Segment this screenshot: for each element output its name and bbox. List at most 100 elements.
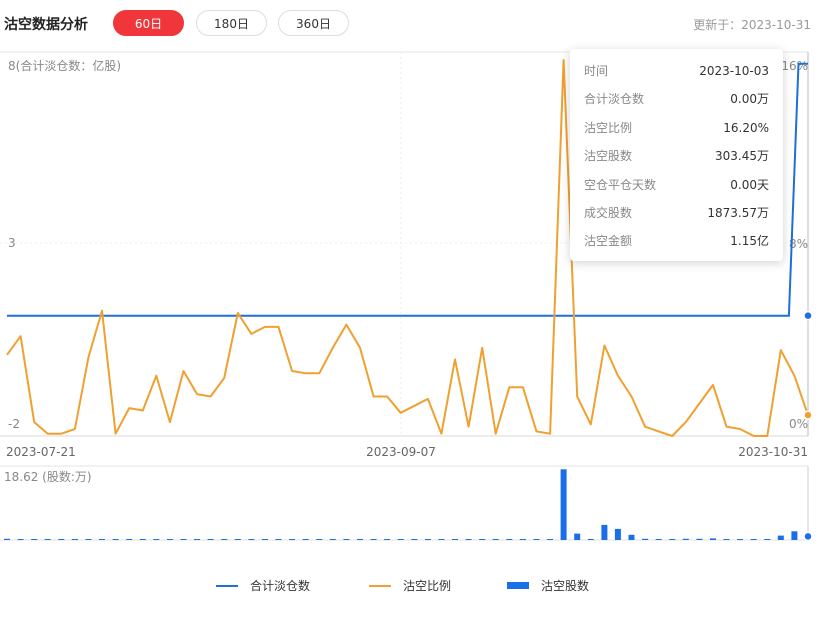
tooltip-key: 合计淡仓数 — [584, 92, 645, 107]
bar-short-shares — [764, 539, 771, 540]
bar-short-shares — [397, 539, 404, 540]
bar-short-shares — [560, 469, 567, 540]
tooltip-key: 沽空比例 — [584, 120, 633, 135]
tooltip: 时间 2023-10-03 合计淡仓数 0.00万 沽空比例 16.20% 沽空股数 3… — [570, 49, 783, 261]
bar-short-shares — [519, 539, 526, 540]
bar-short-shares — [275, 539, 282, 540]
x-tick-label: 2023-09-07 — [366, 445, 436, 459]
bar-short-shares — [506, 539, 513, 540]
bar-short-shares — [194, 539, 201, 540]
bar-short-shares — [669, 539, 676, 540]
bar-short-shares — [574, 533, 581, 540]
bar-short-shares — [85, 539, 92, 540]
highlight-point-short-ratio — [803, 410, 813, 420]
bar-short-shares — [329, 539, 336, 540]
bar-short-shares — [207, 539, 214, 540]
bar-short-shares — [465, 539, 472, 540]
legend-label: 沽空比例 — [403, 579, 452, 593]
bar-axis-label: 18.62 (股数:万) — [4, 469, 92, 484]
bar-short-shares — [587, 539, 594, 540]
tooltip-key: 成交股数 — [584, 205, 633, 220]
tooltip-key: 空仓平仓天数 — [584, 177, 657, 192]
tooltip-value: 16.20% — [723, 120, 769, 135]
bar-short-shares — [302, 539, 309, 540]
bar-short-shares — [370, 539, 377, 540]
legend-swatch — [507, 582, 529, 589]
tooltip-value: 0.00万 — [730, 92, 769, 107]
bar-short-shares — [289, 539, 296, 540]
bar-short-shares — [4, 538, 10, 540]
bar-short-shares — [737, 539, 744, 540]
bar-short-shares — [438, 539, 445, 540]
bar-short-shares — [139, 539, 146, 540]
bar-short-shares — [642, 538, 649, 540]
bar-short-shares — [791, 531, 798, 540]
bar-short-shares — [696, 538, 703, 540]
bar-short-shares — [628, 534, 635, 540]
tooltip-value: 2023-10-03 — [699, 64, 769, 78]
bar-short-shares — [316, 539, 323, 540]
bar-short-shares — [44, 539, 51, 540]
legend-swatch — [369, 585, 391, 587]
tooltip-value: 1.15亿 — [730, 234, 769, 249]
bar-short-shares — [261, 539, 268, 540]
bar-short-shares — [777, 535, 784, 540]
bar-short-shares — [248, 539, 255, 540]
bar-short-shares — [112, 539, 119, 540]
highlight-point-short-position — [803, 310, 813, 321]
tooltip-key: 时间 — [584, 64, 609, 78]
x-tick-label: 2023-10-31 — [738, 445, 808, 459]
bar-short-shares — [234, 539, 241, 540]
bar-short-shares — [71, 539, 78, 540]
bar-short-shares — [384, 539, 391, 540]
legend-swatch — [216, 585, 238, 587]
tooltip-row-short-position: 合计淡仓数 0.00万 — [584, 85, 769, 113]
bar-short-shares — [710, 538, 716, 540]
tooltip-value: 0.00天 — [730, 177, 769, 192]
tooltip-row-date: 时间 2023-10-03 — [584, 57, 769, 85]
y-tick-right: 0% — [789, 417, 808, 431]
bar-short-shares — [655, 539, 662, 540]
legend-label: 合计淡仓数 — [250, 579, 311, 593]
tooltip-key: 沽空股数 — [584, 149, 633, 164]
bar-short-shares — [221, 539, 228, 540]
bar-short-shares — [682, 538, 689, 540]
y-tick-right: 16% — [781, 59, 808, 73]
bar-short-shares — [99, 539, 105, 540]
tooltip-row-short-shares: 沽空股数 303.45万 — [584, 142, 769, 170]
chart-legend: 合计淡仓数 沽空比例 沽空股数 — [0, 575, 831, 599]
bar-short-shares — [126, 539, 133, 540]
bar-short-shares — [723, 539, 730, 540]
tooltip-key: 沽空金额 — [584, 234, 633, 249]
y-tick-left: 3 — [8, 236, 16, 250]
bar-short-shares — [58, 539, 65, 540]
bar-short-shares — [452, 539, 458, 540]
y-axis-label-left: 8(合计淡仓数：亿股) — [8, 58, 121, 73]
tooltip-row-days-to-cover: 空仓平仓天数 0.00天 — [584, 171, 769, 199]
bar-short-shares — [166, 539, 173, 540]
bar-short-shares — [533, 539, 540, 540]
y-tick-left: -2 — [8, 417, 20, 431]
bar-short-shares — [601, 524, 608, 540]
tooltip-row-short-amount: 沽空金额 1.15亿 — [584, 227, 769, 255]
bar-short-shares — [750, 539, 757, 540]
legend-label: 沽空股数 — [541, 579, 590, 593]
tooltip-value: 303.45万 — [715, 149, 769, 164]
tooltip-value: 1873.57万 — [707, 205, 769, 220]
bar-short-shares — [180, 539, 187, 540]
tooltip-row-volume: 成交股数 1873.57万 — [584, 199, 769, 227]
bar-short-shares — [547, 539, 554, 540]
tooltip-row-short-ratio: 沽空比例 16.20% — [584, 114, 769, 142]
x-tick-label: 2023-07-21 — [6, 445, 76, 459]
bar-short-shares — [343, 539, 350, 540]
bar-short-shares — [153, 539, 160, 540]
bar-short-shares — [31, 539, 38, 540]
bar-short-shares — [614, 528, 621, 540]
bar-short-shares — [357, 539, 363, 540]
bar-short-shares — [411, 539, 418, 540]
bar-short-shares — [17, 539, 24, 540]
bar-short-shares — [479, 539, 486, 540]
bar-short-shares — [424, 539, 431, 540]
bar-short-shares — [492, 539, 499, 540]
highlight-point-short-shares — [803, 531, 813, 542]
